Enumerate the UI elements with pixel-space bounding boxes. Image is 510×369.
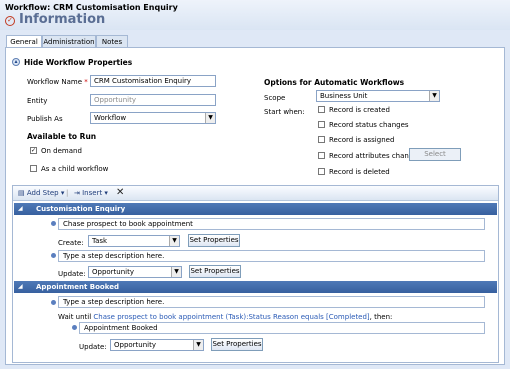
wait-prefix: Wait until	[58, 313, 92, 321]
on-demand-label: On demand	[41, 147, 82, 155]
chevron-down-icon: ▼	[429, 91, 439, 101]
chevron-down-icon: ▾	[104, 189, 108, 197]
wait-condition-link[interactable]: Chase prospect to book appointment (Task…	[93, 313, 369, 321]
start-when-label: Start when:	[264, 108, 305, 116]
record-status-changes-label: Record status changes	[329, 121, 409, 129]
insert-icon: ⇥	[74, 189, 80, 197]
collapse-stage-icon[interactable]: ◢	[18, 205, 23, 212]
update-entity-value: Opportunity	[92, 268, 135, 276]
update-entity-value: Opportunity	[114, 341, 157, 349]
update-label: Update:	[79, 343, 107, 351]
insert-button[interactable]: ⇥ Insert ▾	[74, 186, 108, 201]
step-bullet-icon	[72, 325, 77, 330]
collapse-stage-icon[interactable]: ◢	[18, 283, 23, 290]
scope-value: Business Unit	[320, 92, 368, 100]
publish-as-value: Workflow	[94, 114, 127, 122]
create-entity-value: Task	[92, 237, 108, 245]
child-workflow-checkbox[interactable]	[30, 165, 37, 172]
record-created-label: Record is created	[329, 106, 390, 114]
record-assigned-checkbox[interactable]	[318, 136, 325, 143]
delete-icon[interactable]: ✕	[116, 185, 124, 200]
insert-label: Insert	[82, 189, 103, 197]
entity-label: Entity	[27, 97, 48, 105]
step-description-field[interactable]: Chase prospect to book appointment	[58, 218, 485, 230]
available-to-run-header: Available to Run	[27, 132, 97, 141]
select-attributes-button[interactable]: Select	[409, 148, 461, 161]
stage-header[interactable]: Appointment Booked	[14, 281, 497, 293]
record-attributes-change-label: Record attributes change	[329, 152, 418, 160]
set-properties-button[interactable]: Set Properties	[188, 234, 240, 247]
set-properties-button[interactable]: Set Properties	[211, 338, 263, 351]
step-description-field[interactable]: Type a step description here.	[58, 250, 485, 262]
wait-condition: Wait until Chase prospect to book appoin…	[58, 313, 392, 321]
toolbar-separator: |	[66, 189, 69, 197]
create-label: Create:	[58, 239, 84, 247]
entity-field: Opportunity	[90, 94, 216, 106]
page-title: Information	[19, 12, 106, 27]
chevron-down-icon: ▼	[169, 236, 179, 246]
on-demand-checkbox[interactable]: ✓	[30, 147, 37, 154]
update-entity-select[interactable]: Opportunity ▼	[110, 339, 204, 351]
step-description-field[interactable]: Appointment Booked	[79, 322, 485, 334]
step-bullet-icon	[51, 300, 56, 305]
step-description-field[interactable]: Type a step description here.	[58, 296, 485, 308]
record-created-checkbox[interactable]	[318, 106, 325, 113]
record-deleted-label: Record is deleted	[329, 168, 390, 176]
record-deleted-checkbox[interactable]	[318, 168, 325, 175]
record-assigned-label: Record is assigned	[329, 136, 395, 144]
chevron-down-icon: ▼	[171, 267, 181, 277]
workflow-name-label: Workflow Name *	[27, 78, 88, 86]
publish-as-select[interactable]: Workflow ▼	[90, 112, 216, 124]
update-label: Update:	[58, 270, 86, 278]
publish-as-label: Publish As	[27, 115, 63, 123]
record-attributes-change-checkbox[interactable]	[318, 152, 325, 159]
record-status-changes-checkbox[interactable]	[318, 121, 325, 128]
information-icon: ✓	[5, 16, 15, 26]
collapse-properties-icon[interactable]: ▴	[12, 58, 20, 66]
add-step-icon: ▤	[18, 189, 25, 197]
workflow-title: Workflow: CRM Customisation Enquiry	[5, 3, 178, 12]
scope-select[interactable]: Business Unit ▼	[316, 90, 440, 102]
step-bullet-icon	[51, 221, 56, 226]
automatic-workflows-header: Options for Automatic Workflows	[264, 78, 405, 87]
chevron-down-icon: ▾	[60, 189, 65, 197]
scope-label: Scope	[264, 94, 286, 102]
add-step-label: Add Step	[26, 189, 59, 197]
chevron-down-icon: ▼	[193, 340, 203, 350]
hide-properties-toggle[interactable]: Hide Workflow Properties	[24, 58, 132, 67]
add-step-button[interactable]: ▤ Add Step ▾	[18, 186, 64, 201]
set-properties-button[interactable]: Set Properties	[189, 265, 241, 278]
stage-header[interactable]: Customisation Enquiry	[14, 203, 497, 215]
step-bullet-icon	[51, 253, 56, 258]
child-workflow-label: As a child workflow	[41, 165, 109, 173]
workflow-name-field[interactable]: CRM Customisation Enquiry	[90, 75, 216, 87]
create-entity-select[interactable]: Task ▼	[88, 235, 180, 247]
chevron-down-icon: ▼	[205, 113, 215, 123]
wait-suffix: , then:	[369, 313, 393, 321]
update-entity-select[interactable]: Opportunity ▼	[88, 266, 182, 278]
